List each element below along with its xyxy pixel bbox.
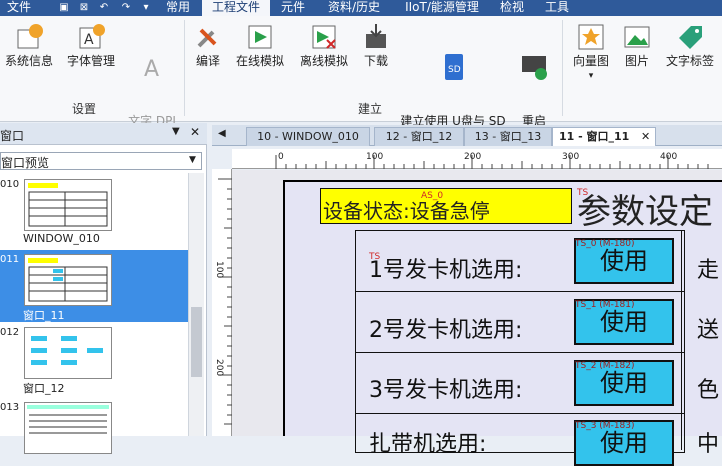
close-tab-icon[interactable]: ✕ xyxy=(641,128,650,146)
panel-scrollbar[interactable] xyxy=(188,173,204,436)
save-icon[interactable]: ▣ xyxy=(58,1,70,14)
restart-hmi-icon xyxy=(519,52,549,82)
compile-icon xyxy=(193,22,223,52)
window-thumb-011[interactable]: 011 窗口_11 xyxy=(0,250,188,322)
row-3-label: 3号发卡机选用: xyxy=(369,378,523,403)
row-1-label: 1号发卡机选用: xyxy=(369,258,523,283)
window-panel: 窗口 ▼ ✕ 窗口预览 ▼ 010 WINDOW_010 011 窗口_11 0… xyxy=(0,123,207,454)
picture-button[interactable]: 图片 xyxy=(618,22,656,69)
preview-mode-select[interactable]: 窗口预览 ▼ xyxy=(0,152,202,170)
vector-graphics-button[interactable]: 向量图 ▾ xyxy=(568,22,614,84)
system-info-icon xyxy=(14,22,44,52)
tab-window-12[interactable]: 12 - 窗口_12 xyxy=(374,127,464,146)
system-info-button[interactable]: 系统信息 xyxy=(0,22,58,69)
ribbon-separator xyxy=(562,20,563,116)
close-icon[interactable]: ✕ xyxy=(190,125,200,139)
font-manager-button[interactable]: A 字体管理 xyxy=(62,22,120,69)
tab-tools[interactable]: 工具 xyxy=(536,0,578,16)
panel-title: 窗口 xyxy=(0,129,25,143)
menu-file[interactable]: 文件 xyxy=(0,0,38,16)
tab-window-11[interactable]: 11 - 窗口_11 ✕ xyxy=(552,127,656,146)
thumbnail-image xyxy=(24,402,112,454)
sd-card-icon: SD xyxy=(438,52,468,82)
row-2-label: 2号发卡机选用: xyxy=(369,318,523,343)
menu-bar: 文件 ▣ ⊠ ↶ ↷ ▾ 常用 工程文件 元件 资料/历史 IIoT/能源管理 … xyxy=(0,0,722,16)
thumbnail-image xyxy=(24,327,112,379)
quick-access-dropdown-icon[interactable]: ▾ xyxy=(140,1,152,14)
column-divider xyxy=(681,230,682,450)
tab-scroll-left-icon[interactable]: ◀ xyxy=(218,128,226,139)
thumbnail-image xyxy=(24,254,112,306)
text-label-button[interactable]: 文字标签 xyxy=(662,22,718,69)
svg-text:SD: SD xyxy=(448,65,461,75)
font-manager-icon: A xyxy=(76,22,106,52)
tab-window-010[interactable]: 10 - WINDOW_010 xyxy=(246,127,370,146)
vector-graphics-icon xyxy=(576,22,606,52)
horizontal-ruler: 0 100 200 300 400 xyxy=(232,149,722,169)
window-thumb-013[interactable]: 013 xyxy=(0,398,188,454)
ribbon-separator xyxy=(184,20,185,116)
scrollbar-thumb[interactable] xyxy=(191,307,202,377)
close-file-icon[interactable]: ⊠ xyxy=(78,1,90,14)
offline-simulation-button[interactable]: 离线模拟 xyxy=(296,22,352,69)
svg-text:A: A xyxy=(144,57,159,82)
svg-text:A: A xyxy=(84,32,94,48)
download-button[interactable]: 下载 xyxy=(358,22,394,69)
window-thumb-010[interactable]: 010 WINDOW_010 xyxy=(0,175,188,247)
online-simulation-button[interactable]: 在线模拟 xyxy=(232,22,288,69)
tab-data-history[interactable]: 资料/历史 xyxy=(318,0,390,16)
tab-window-13[interactable]: 13 - 窗口_13 xyxy=(464,127,552,146)
chevron-down-icon: ▼ xyxy=(189,155,196,165)
text-dpi-icon: A xyxy=(137,52,167,82)
ribbon: 系统信息 A 字体管理 A 文字 DPI 设置 编译 在线模拟 离线模拟 下载 … xyxy=(0,16,722,143)
tab-view[interactable]: 检视 xyxy=(490,0,534,16)
vector-dropdown-icon: ▾ xyxy=(588,71,594,81)
page-title: 参数设定 xyxy=(577,192,713,232)
picture-icon xyxy=(622,22,652,52)
group-settings-label: 设置 xyxy=(72,102,97,116)
offline-sim-icon xyxy=(309,22,339,52)
tab-common[interactable]: 常用 xyxy=(158,0,198,16)
online-sim-icon xyxy=(245,22,275,52)
row-4-label: 扎带机选用: xyxy=(369,432,487,457)
tab-iiot-energy[interactable]: IIoT/能源管理 xyxy=(394,0,490,16)
tab-components[interactable]: 元件 xyxy=(273,0,313,16)
panel-title-bar: 窗口 ▼ ✕ xyxy=(0,123,207,145)
download-icon xyxy=(361,22,391,52)
group-build-label: 建立 xyxy=(358,102,383,116)
device-status-indicator[interactable]: AS_0 设备状态:设备急停 xyxy=(320,188,572,224)
redo-icon[interactable]: ↷ xyxy=(120,1,132,14)
text-label-icon xyxy=(675,22,705,52)
vertical-ruler: 100 200 xyxy=(212,169,232,436)
panel-menu-icon[interactable]: ▼ xyxy=(172,126,180,137)
window-thumb-012[interactable]: 012 窗口_12 xyxy=(0,323,188,395)
compile-button[interactable]: 编译 xyxy=(188,22,228,69)
document-tabs: ◀ 10 - WINDOW_010 12 - 窗口_12 13 - 窗口_13 … xyxy=(212,125,722,146)
hmi-window-screen[interactable]: AS_0 设备状态:设备急停 TS 参数设定 TS 1号发卡机选用: 使用 TS… xyxy=(283,180,722,466)
thumbnail-image xyxy=(24,179,112,231)
undo-icon[interactable]: ↶ xyxy=(98,1,110,14)
tab-project-file[interactable]: 工程文件 xyxy=(202,0,270,16)
